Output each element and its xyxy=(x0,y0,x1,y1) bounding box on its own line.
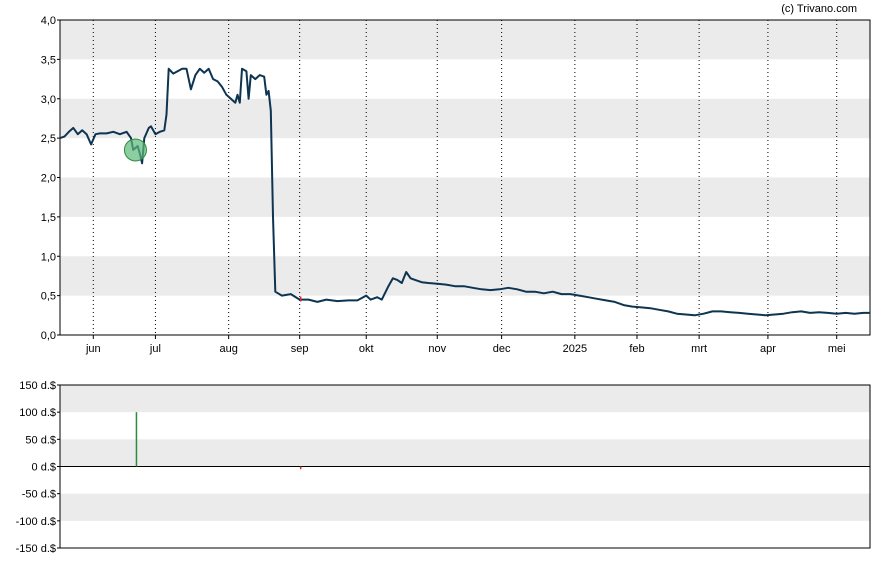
trade-y-tick-label: 0 d.$ xyxy=(32,462,56,474)
price-x-tick-label: mei xyxy=(828,343,846,355)
price-panel: 0,0 0,5 1,0 1,5 2,0 2,5 3,0 3,5 4,0 jun jul aug sep… xyxy=(41,15,871,355)
trade-y-tick-label: 100 d.$ xyxy=(19,407,56,419)
price-band xyxy=(60,177,870,217)
price-x-tick-label: dec xyxy=(493,343,511,355)
trade-y-tick-label: 150 d.$ xyxy=(19,380,56,392)
price-y-tick-label: 3,5 xyxy=(41,54,56,66)
trade-panel: 150 d.$ 100 d.$ 50 d.$ 0 d.$ -50 d.$ -100 d.$… xyxy=(16,380,871,555)
price-y-tick-label: 1,5 xyxy=(41,212,56,224)
price-x-tick-label: feb xyxy=(629,343,644,355)
price-x-tick-label: aug xyxy=(219,343,237,355)
trade-band xyxy=(60,439,870,467)
price-x-tick-label: nov xyxy=(428,343,446,355)
price-x-tick-label: apr xyxy=(760,343,776,355)
trade-band xyxy=(60,385,870,413)
trade-band xyxy=(60,493,870,521)
trade-y-tick-label: -100 d.$ xyxy=(16,516,56,528)
price-x-tick-label: okt xyxy=(359,343,374,355)
price-x-tick-label: sep xyxy=(291,343,309,355)
price-band xyxy=(60,98,870,139)
price-y-tick-label: 4,0 xyxy=(41,15,56,27)
trade-bands xyxy=(60,385,870,521)
credit-label: (c) Trivano.com xyxy=(781,3,857,15)
price-x-tick-label: jun xyxy=(85,343,101,355)
price-y-tick-label: 3,0 xyxy=(41,94,56,106)
price-y-tick-label: 2,5 xyxy=(41,133,56,145)
trade-y-tick-label: -150 d.$ xyxy=(16,543,56,555)
trade-y-axis: 150 d.$ 100 d.$ 50 d.$ 0 d.$ -50 d.$ -100 d.$… xyxy=(16,380,60,555)
price-y-tick-label: 2,0 xyxy=(41,173,56,185)
trade-marker xyxy=(123,138,147,162)
price-band xyxy=(60,256,870,296)
price-y-tick-label: 0,5 xyxy=(41,291,56,303)
price-y-tick-label: 0,0 xyxy=(41,330,56,342)
trade-y-tick-label: -50 d.$ xyxy=(22,489,56,501)
chart-canvas: 0,0 0,5 1,0 1,5 2,0 2,5 3,0 3,5 4,0 jun jul aug sep… xyxy=(16,3,871,555)
price-x-axis: jun jul aug sep okt nov dec 2025 feb mrt apr mei xyxy=(85,335,846,355)
price-y-tick-label: 1,0 xyxy=(41,251,56,263)
price-band xyxy=(60,20,870,60)
price-bands xyxy=(60,20,870,296)
price-x-tick-label: 2025 xyxy=(563,343,587,355)
price-x-tick-label: jul xyxy=(149,343,161,355)
price-x-tick-label: mrt xyxy=(691,343,707,355)
trade-y-tick-label: 50 d.$ xyxy=(25,434,56,446)
price-y-axis: 0,0 0,5 1,0 1,5 2,0 2,5 3,0 3,5 4,0 xyxy=(41,15,60,342)
